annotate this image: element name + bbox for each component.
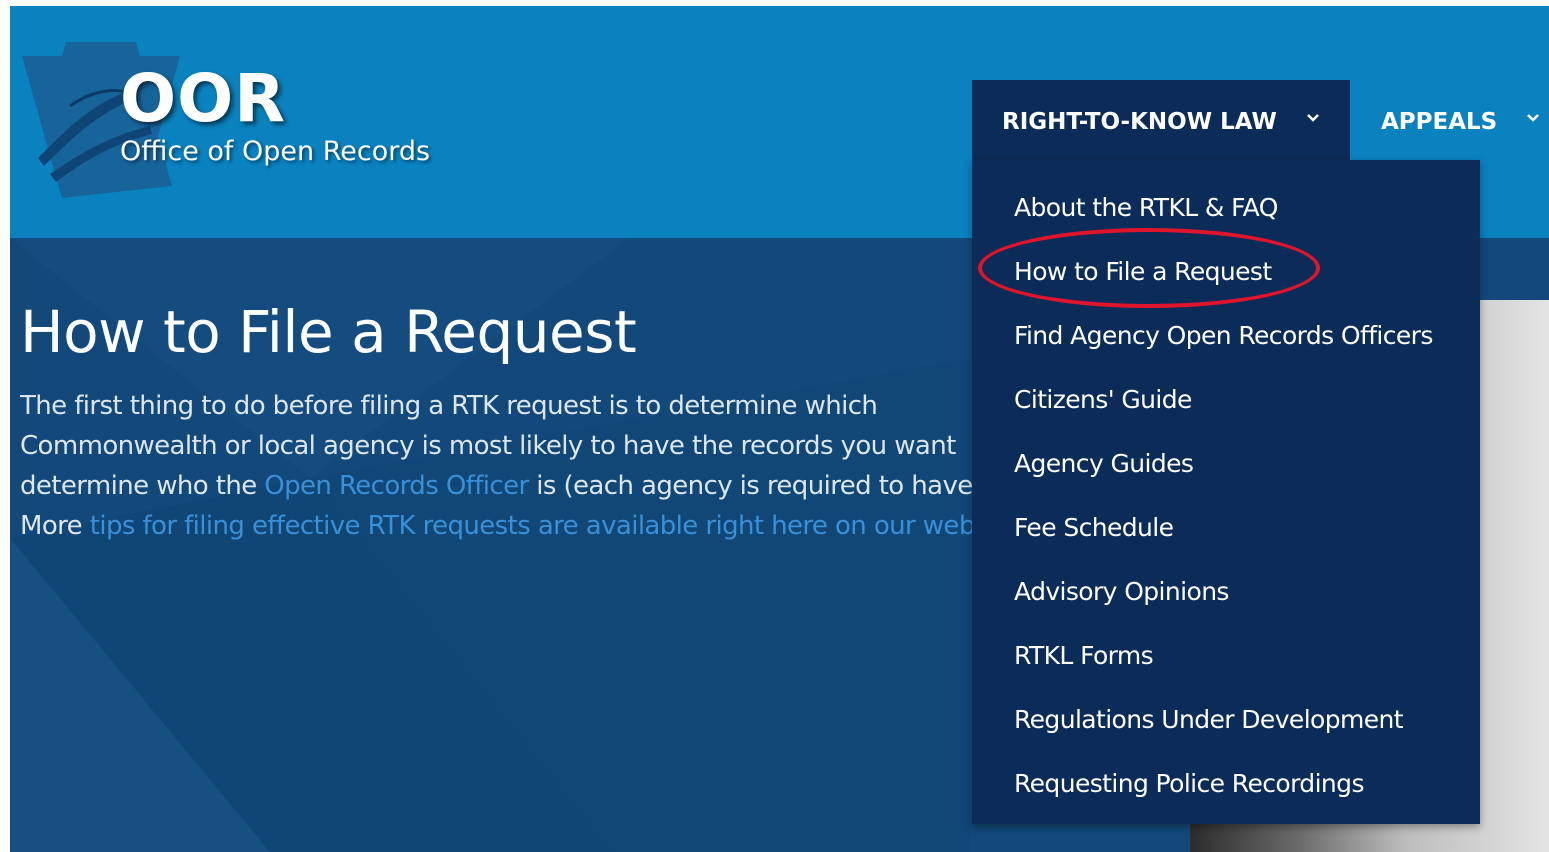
nav-item-label: APPEALS — [1381, 109, 1498, 135]
intro-paragraph: The first thing to do before filing a RT… — [20, 386, 980, 546]
intro-line: More tips for filing effective RTK reque… — [20, 506, 980, 546]
dropdown-item-about-rtkl-faq[interactable]: About the RTKL & FAQ — [1014, 188, 1278, 228]
intro-line: The first thing to do before filing a RT… — [20, 391, 878, 421]
nav-item-right-to-know-law[interactable]: RIGHT-TO-KNOW LAW — [972, 80, 1350, 164]
dropdown-item-police-recordings[interactable]: Requesting Police Recordings — [1014, 764, 1364, 804]
nav-item-label: RIGHT-TO-KNOW LAW — [1002, 109, 1277, 135]
dropdown-item-regulations[interactable]: Regulations Under Development — [1014, 700, 1404, 740]
filing-tips-link[interactable]: tips for filing effective RTK requests a… — [90, 511, 980, 541]
dropdown-item-agency-guides[interactable]: Agency Guides — [1014, 444, 1194, 484]
rtkl-dropdown-menu: About the RTKL & FAQ How to File a Reque… — [972, 160, 1480, 824]
intro-line: Commonwealth or local agency is most lik… — [20, 431, 956, 461]
dropdown-item-find-agency-officers[interactable]: Find Agency Open Records Officers — [1014, 316, 1433, 356]
intro-text: determine who the — [20, 471, 265, 501]
chevron-down-icon — [1307, 114, 1319, 122]
chevron-down-icon — [1527, 114, 1539, 122]
intro-line: determine who the Open Records Officer i… — [20, 466, 980, 506]
dropdown-item-advisory-opinions[interactable]: Advisory Opinions — [1014, 572, 1229, 612]
intro-text: More — [20, 511, 90, 541]
dropdown-item-rtkl-forms[interactable]: RTKL Forms — [1014, 636, 1154, 676]
dropdown-item-fee-schedule[interactable]: Fee Schedule — [1014, 508, 1174, 548]
site-logo[interactable]: OOR Office of Open Records — [10, 6, 450, 238]
page-title: How to File a Request — [20, 298, 637, 366]
dropdown-item-citizens-guide[interactable]: Citizens' Guide — [1014, 380, 1192, 420]
browser-viewport: OOR Office of Open Records RIGHT-TO-KNOW… — [10, 6, 1549, 852]
logo-subtitle: Office of Open Records — [120, 136, 431, 167]
intro-text: is (each agency is required to have — [528, 471, 973, 501]
nav-item-appeals[interactable]: APPEALS — [1350, 80, 1549, 164]
logo-acronym: OOR — [120, 60, 287, 137]
dropdown-item-how-to-file-request[interactable]: How to File a Request — [1014, 252, 1272, 292]
open-records-officer-link[interactable]: Open Records Officer — [264, 471, 529, 501]
